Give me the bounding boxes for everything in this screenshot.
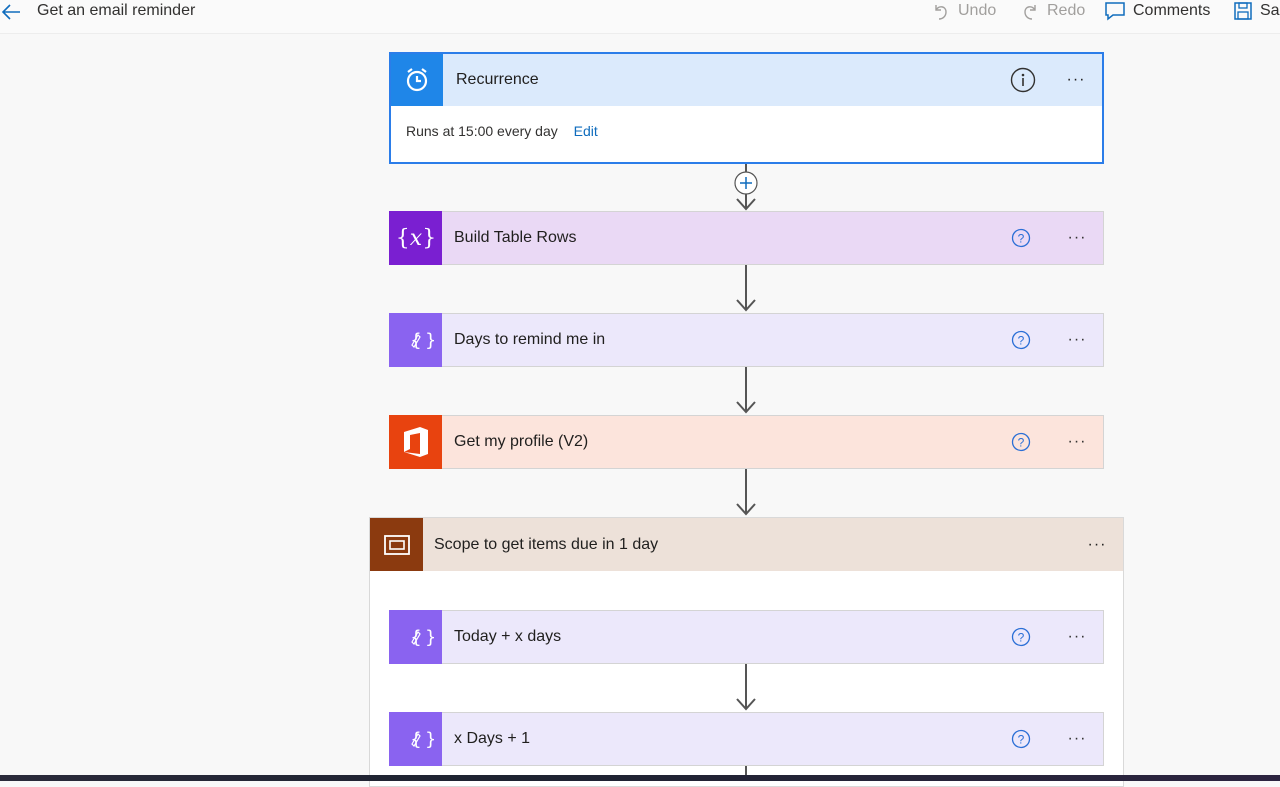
more-options-icon[interactable]: ··· <box>1062 71 1090 89</box>
recurrence-schedule-text: Runs at 15:00 every day <box>406 123 558 139</box>
flow-title: Get an email reminder <box>37 2 196 19</box>
data-operation-icon: { } <box>389 313 442 367</box>
step-card-build-table-rows[interactable]: {𝑥} Build Table Rows ? ··· <box>389 211 1104 265</box>
arrow-down-icon <box>736 401 756 414</box>
command-bar: Get an email reminder Undo Redo Comments… <box>0 0 1280 34</box>
save-button[interactable]: Sa <box>1233 0 1280 22</box>
svg-text:}: } <box>425 729 434 750</box>
comments-label: Comments <box>1133 2 1211 19</box>
more-options-icon[interactable]: ··· <box>1083 536 1111 554</box>
scope-header[interactable]: Scope to get items due in 1 day ··· <box>370 518 1123 571</box>
svg-text:?: ? <box>1018 232 1025 246</box>
undo-button[interactable]: Undo <box>931 0 996 22</box>
undo-icon <box>935 5 947 20</box>
help-icon[interactable]: ? <box>1011 432 1031 452</box>
step-title: Today + x days <box>454 628 562 645</box>
recurrence-trigger-card[interactable]: Recurrence ··· Runs at 15:00 every day E… <box>389 52 1104 164</box>
comment-icon <box>1105 2 1125 21</box>
help-icon[interactable]: ? <box>1011 330 1031 350</box>
recurrence-summary: Runs at 15:00 every day Edit <box>391 106 1102 139</box>
save-icon <box>1234 2 1252 20</box>
more-options-icon[interactable]: ··· <box>1063 228 1091 248</box>
step-card-days-to-remind[interactable]: { } Days to remind me in ? ··· <box>389 313 1104 367</box>
add-step-icon[interactable] <box>733 171 759 197</box>
step-title: x Days + 1 <box>454 730 531 747</box>
redo-button[interactable]: Redo <box>1020 0 1085 22</box>
svg-text:{𝑥}: {𝑥} <box>396 226 436 251</box>
help-icon[interactable]: ? <box>1011 228 1031 248</box>
step-title: Build Table Rows <box>454 229 577 246</box>
svg-text:{: { <box>410 729 421 750</box>
connector-line <box>745 766 747 775</box>
arrow-down-icon <box>736 503 756 516</box>
arrow-down-icon <box>736 698 756 711</box>
office365-icon <box>389 415 442 469</box>
svg-text:?: ? <box>1018 436 1025 450</box>
back-arrow-icon[interactable] <box>0 2 22 22</box>
recurrence-title: Recurrence <box>456 71 539 88</box>
comments-button[interactable]: Comments <box>1104 0 1210 22</box>
more-options-icon[interactable]: ··· <box>1063 432 1091 452</box>
step-card-today-plus-x-days[interactable]: { } Today + x days ? ··· <box>389 610 1104 664</box>
data-operation-icon: { } <box>389 712 442 766</box>
info-icon[interactable] <box>1010 67 1036 93</box>
help-icon[interactable]: ? <box>1011 627 1031 647</box>
svg-text:{: { <box>410 627 421 648</box>
svg-text:?: ? <box>1018 733 1025 747</box>
redo-icon <box>1024 5 1036 20</box>
svg-text:}: } <box>425 627 434 648</box>
svg-text:{: { <box>410 330 421 351</box>
step-card-x-days-plus-1[interactable]: { } x Days + 1 ? ··· <box>389 712 1104 766</box>
more-options-icon[interactable]: ··· <box>1063 330 1091 350</box>
redo-label: Redo <box>1047 2 1086 19</box>
svg-text:}: } <box>425 330 434 351</box>
step-title: Get my profile (V2) <box>454 433 589 450</box>
arrow-down-icon <box>736 198 756 211</box>
recurrence-edit-link[interactable]: Edit <box>574 123 598 139</box>
data-operation-icon: { } <box>389 610 442 664</box>
step-title: Days to remind me in <box>454 331 606 348</box>
taskbar-strip <box>0 775 1280 781</box>
more-options-icon[interactable]: ··· <box>1063 729 1091 749</box>
alarm-clock-icon <box>391 54 443 106</box>
variable-icon: {𝑥} <box>389 211 442 265</box>
undo-label: Undo <box>958 2 997 19</box>
scope-icon <box>370 518 423 571</box>
svg-text:?: ? <box>1018 334 1025 348</box>
arrow-down-icon <box>736 299 756 312</box>
scope-title: Scope to get items due in 1 day <box>434 535 659 553</box>
step-card-get-my-profile[interactable]: Get my profile (V2) ? ··· <box>389 415 1104 469</box>
save-label: Sa <box>1260 2 1280 19</box>
help-icon[interactable]: ? <box>1011 729 1031 749</box>
recurrence-header[interactable]: Recurrence ··· <box>391 54 1102 106</box>
svg-text:?: ? <box>1018 631 1025 645</box>
more-options-icon[interactable]: ··· <box>1063 627 1091 647</box>
